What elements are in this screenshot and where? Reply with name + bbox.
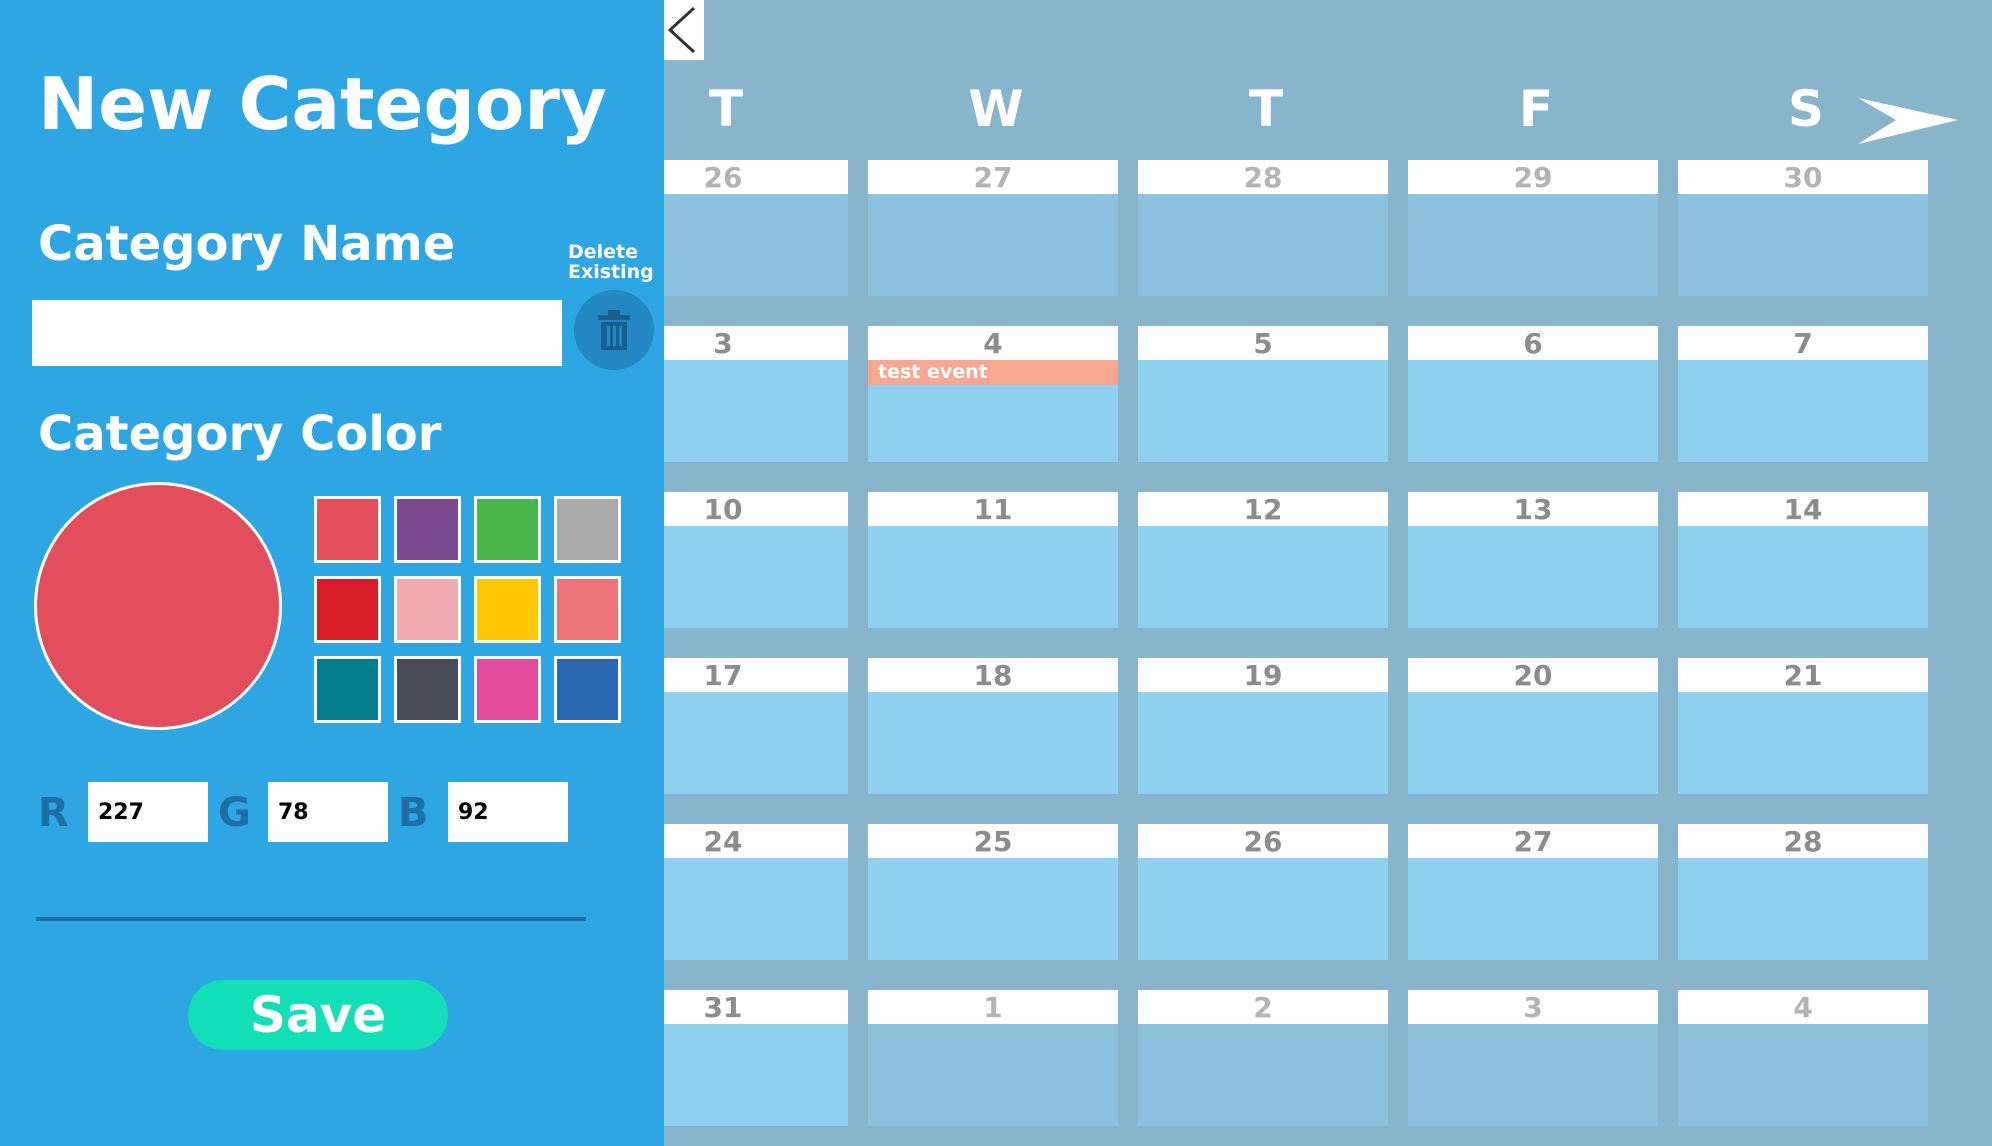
day-number: 30: [1678, 160, 1928, 194]
previous-month-button[interactable]: [664, 0, 704, 60]
delete-existing-text: Delete Existing: [568, 241, 654, 283]
day-number: 28: [1138, 160, 1388, 194]
color-swatch[interactable]: [554, 496, 621, 563]
day-cell[interactable]: 18: [868, 658, 1118, 794]
day-number: 4: [868, 326, 1118, 360]
weekday-header: W: [968, 80, 1024, 138]
day-cell[interactable]: 27: [868, 160, 1118, 296]
day-number: 13: [1408, 492, 1658, 526]
color-swatch[interactable]: [474, 576, 541, 643]
chevron-left-icon: [667, 6, 696, 54]
color-swatch[interactable]: [554, 576, 621, 643]
day-number: 27: [868, 160, 1118, 194]
divider: [36, 917, 586, 921]
red-label: R: [38, 790, 69, 836]
day-number: 18: [868, 658, 1118, 692]
day-cell[interactable]: 19: [1138, 658, 1388, 794]
day-cell[interactable]: 11: [868, 492, 1118, 628]
day-cell[interactable]: 1: [868, 990, 1118, 1126]
day-cell[interactable]: 5: [1138, 326, 1388, 462]
day-number: 27: [1408, 824, 1658, 858]
new-category-panel: New Category Category Name Delete Existin…: [0, 0, 664, 1146]
day-number: 25: [868, 824, 1118, 858]
day-cell[interactable]: 14: [1678, 492, 1928, 628]
color-swatch[interactable]: [554, 656, 621, 723]
day-cell[interactable]: 2: [1138, 990, 1388, 1126]
blue-value-input[interactable]: [448, 782, 568, 842]
color-swatch[interactable]: [394, 656, 461, 723]
day-number: 2: [1138, 990, 1388, 1024]
save-button[interactable]: Save: [188, 980, 448, 1050]
category-color-label: Category Color: [38, 406, 442, 462]
category-name-label: Category Name: [38, 216, 456, 272]
day-cell[interactable]: 7: [1678, 326, 1928, 462]
weekday-header: T: [708, 80, 744, 138]
weekday-header: S: [1787, 80, 1824, 138]
day-number: 11: [868, 492, 1118, 526]
day-number: 1: [868, 990, 1118, 1024]
day-number: 4: [1678, 990, 1928, 1024]
day-number: 29: [1408, 160, 1658, 194]
blue-label: B: [398, 790, 429, 836]
day-number: 26: [1138, 824, 1388, 858]
day-cell[interactable]: 6: [1408, 326, 1658, 462]
color-swatch[interactable]: [314, 576, 381, 643]
color-swatch[interactable]: [314, 496, 381, 563]
day-number: 19: [1138, 658, 1388, 692]
green-value-input[interactable]: [268, 782, 388, 842]
day-cell[interactable]: 25: [868, 824, 1118, 960]
day-cell[interactable]: 4: [1678, 990, 1928, 1126]
panel-title: New Category: [38, 62, 607, 146]
day-cell[interactable]: 28: [1138, 160, 1388, 296]
day-number: 14: [1678, 492, 1928, 526]
next-month-button[interactable]: [1856, 96, 1960, 146]
trash-icon: [598, 310, 630, 350]
day-cell[interactable]: 26: [1138, 824, 1388, 960]
day-number: 5: [1138, 326, 1388, 360]
day-cell[interactable]: 4 test event: [868, 326, 1118, 462]
category-name-input[interactable]: [32, 300, 562, 366]
event-chip[interactable]: test event: [868, 360, 1118, 385]
color-preview-circle: [34, 482, 282, 730]
weekday-header: F: [1518, 80, 1554, 138]
weekday-header: T: [1248, 80, 1284, 138]
day-number: 6: [1408, 326, 1658, 360]
day-cell[interactable]: 13: [1408, 492, 1658, 628]
day-cell[interactable]: 3: [1408, 990, 1658, 1126]
green-label: G: [218, 790, 251, 836]
color-swatch[interactable]: [474, 496, 541, 563]
day-number: 7: [1678, 326, 1928, 360]
arrow-right-icon: [1858, 98, 1958, 144]
delete-existing-label: Delete Existing: [568, 242, 654, 282]
day-cell[interactable]: 27: [1408, 824, 1658, 960]
day-number: 12: [1138, 492, 1388, 526]
day-cell[interactable]: 20: [1408, 658, 1658, 794]
day-cell[interactable]: 21: [1678, 658, 1928, 794]
delete-existing-button[interactable]: [574, 290, 654, 370]
day-number: 28: [1678, 824, 1928, 858]
day-cell[interactable]: 28: [1678, 824, 1928, 960]
color-swatch[interactable]: [394, 496, 461, 563]
red-value-input[interactable]: [88, 782, 208, 842]
day-cell[interactable]: 30: [1678, 160, 1928, 296]
color-swatch[interactable]: [474, 656, 541, 723]
color-swatch[interactable]: [394, 576, 461, 643]
day-number: 20: [1408, 658, 1658, 692]
day-number: 3: [1408, 990, 1658, 1024]
day-number: 21: [1678, 658, 1928, 692]
color-swatch[interactable]: [314, 656, 381, 723]
day-cell[interactable]: 12: [1138, 492, 1388, 628]
day-cell[interactable]: 29: [1408, 160, 1658, 296]
